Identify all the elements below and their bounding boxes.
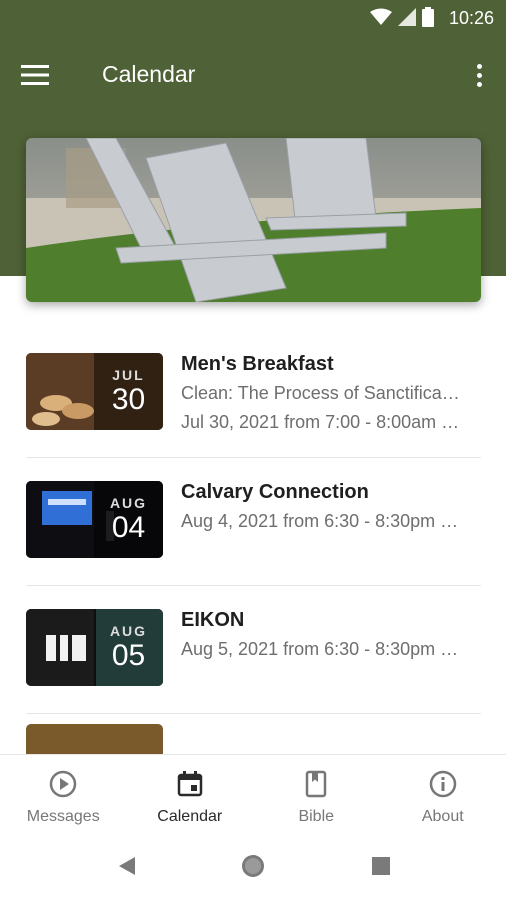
event-datetime: Aug 4, 2021 from 6:30 - 8:30pm … xyxy=(181,511,459,531)
event-thumbnail: AUG 05 xyxy=(26,609,163,686)
wifi-icon xyxy=(370,8,392,25)
nav-messages[interactable]: Messages xyxy=(0,755,127,830)
nav-bible[interactable]: Bible xyxy=(253,755,380,830)
event-subtitle: Clean: The Process of Sanctifica… xyxy=(181,383,460,403)
event-date-badge: JUL 30 xyxy=(94,353,163,430)
book-icon xyxy=(306,770,327,798)
toolbar: Calendar xyxy=(0,36,506,112)
event-thumbnail: AUG 04 xyxy=(26,481,163,558)
calendar-icon xyxy=(177,771,202,797)
recents-icon[interactable] xyxy=(372,857,390,875)
event-list: JUL 30 Men's Breakfast Clean: The Proces… xyxy=(26,330,481,754)
status-bar: 10:26 xyxy=(0,0,506,36)
event-item[interactable]: AUG 04 Calvary Connection Aug 4, 2021 fr… xyxy=(26,458,481,586)
battery-icon xyxy=(422,7,434,27)
nav-about[interactable]: About xyxy=(380,755,506,830)
status-time: 10:26 xyxy=(448,8,494,28)
status-icons xyxy=(370,7,434,27)
hamburger-icon xyxy=(21,65,49,85)
play-circle-icon xyxy=(50,770,77,798)
event-datetime: Jul 30, 2021 from 7:00 - 8:00am … xyxy=(181,412,460,432)
event-thumbnail: JUL 30 xyxy=(26,353,163,430)
event-item-partial[interactable] xyxy=(26,714,481,754)
hero-image xyxy=(26,138,481,302)
hero-photo xyxy=(26,138,481,302)
nav-calendar[interactable]: Calendar xyxy=(127,755,254,830)
page-title: Calendar xyxy=(102,61,196,87)
signal-icon xyxy=(398,8,416,26)
event-title: EIKON xyxy=(181,609,245,631)
home-icon[interactable] xyxy=(240,853,266,879)
back-icon[interactable] xyxy=(117,856,137,876)
info-icon xyxy=(429,770,456,798)
event-title: Men's Breakfast xyxy=(181,353,334,375)
menu-button[interactable] xyxy=(14,54,56,96)
event-date-badge: AUG 05 xyxy=(94,609,163,686)
event-date-badge: AUG 04 xyxy=(94,481,163,558)
event-thumbnail xyxy=(26,724,163,754)
more-vert-icon[interactable] xyxy=(466,54,492,96)
event-datetime: Aug 5, 2021 from 6:30 - 8:30pm … xyxy=(181,639,459,659)
event-item[interactable]: AUG 05 EIKON Aug 5, 2021 from 6:30 - 8:3… xyxy=(26,586,481,714)
bottom-navigation: Messages Calendar Bible About xyxy=(0,754,506,830)
event-title: Calvary Connection xyxy=(181,481,369,503)
event-item[interactable]: JUL 30 Men's Breakfast Clean: The Proces… xyxy=(26,330,481,458)
system-navigation-bar xyxy=(0,830,506,900)
